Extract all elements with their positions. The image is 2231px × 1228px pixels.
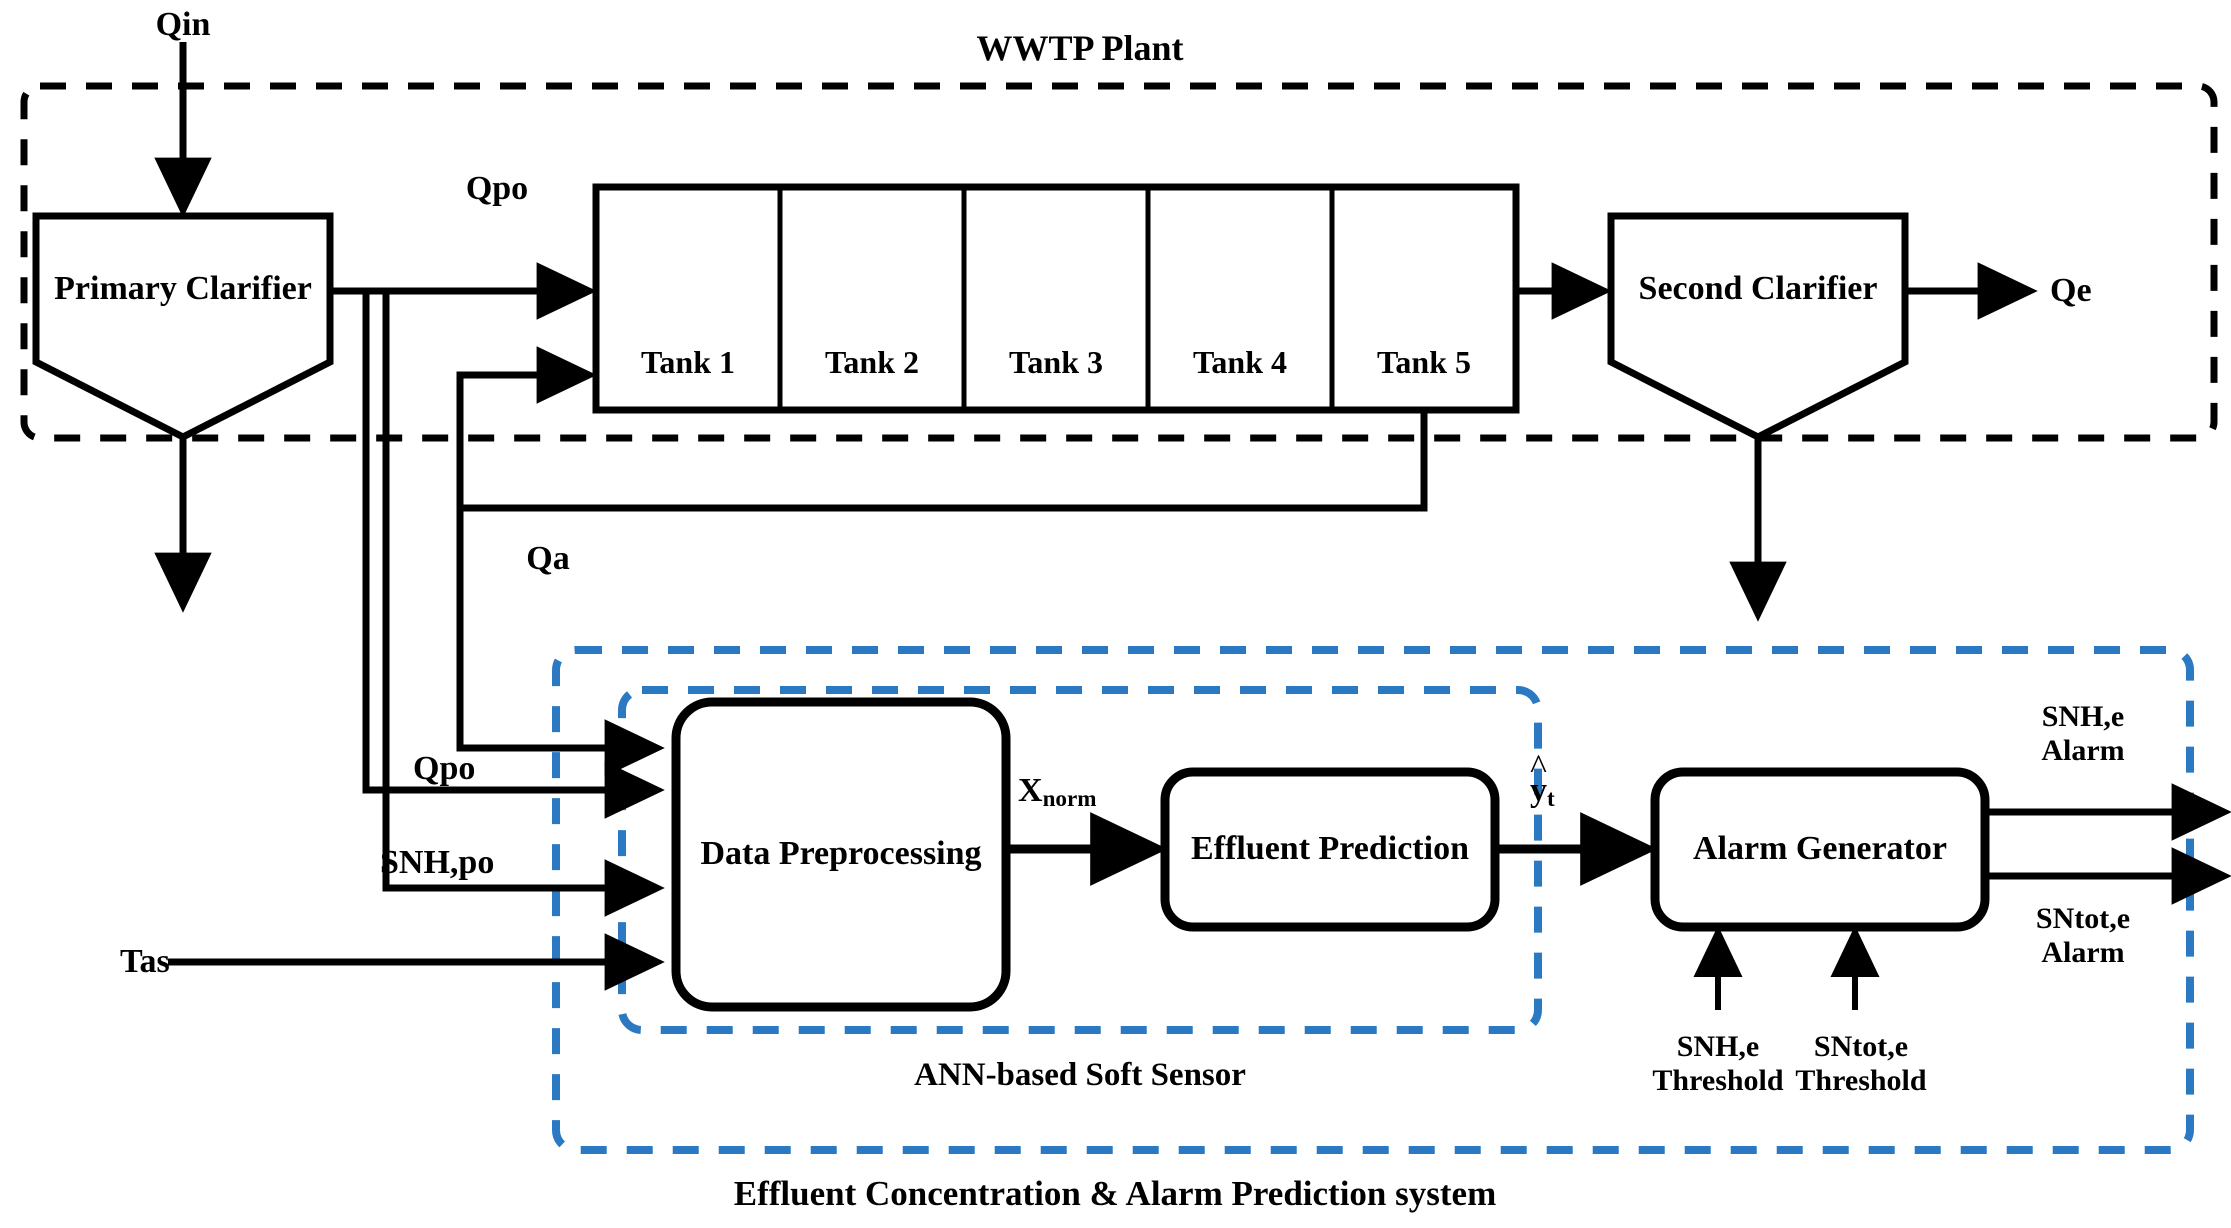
threshold-snh-line1: SNH,e [1676, 1030, 1760, 1063]
tank-label-5: Tank 5 [1377, 344, 1471, 380]
effluent-prediction-text: Effluent Prediction [1191, 830, 1469, 868]
label-qpo-top: Qpo [465, 170, 529, 207]
threshold-label-snh: SNH,e Threshold [1652, 1030, 1783, 1097]
threshold-sntot-line2: Threshold [1795, 1063, 1927, 1097]
data-preprocessing-text: Data Preprocessing [700, 835, 982, 873]
diagram-canvas: Qin WWTP Plant Primary Clarifier Second … [0, 0, 2231, 1228]
tank-label-1: Tank 1 [641, 344, 735, 380]
second-clarifier-label: Second Clarifier [1611, 216, 1905, 362]
label-qe: Qe [2050, 272, 2092, 309]
data-preprocessing-label: Data Preprocessing [676, 702, 1006, 1007]
primary-clarifier-text: Primary Clarifier [54, 269, 312, 307]
page-title: WWTP Plant [976, 28, 1184, 68]
alarm-snh-line1: SNH,e [2041, 700, 2125, 733]
second-clarifier-text: Second Clarifier [1638, 269, 1878, 307]
label-sensor-snh-po: SNH,po [380, 844, 495, 881]
ann-soft-sensor-caption: ANN-based Soft Sensor [914, 1057, 1246, 1093]
threshold-sntot-line1: SNtot,e [1813, 1030, 1909, 1063]
label-sensor-tas: Tas [120, 943, 170, 980]
bottom-caption: Effluent Concentration & Alarm Predictio… [733, 1174, 1497, 1213]
tank-label-4: Tank 4 [1193, 344, 1287, 380]
label-qa: Qa [526, 540, 570, 577]
xnorm-base: X [1018, 772, 1043, 809]
alarm-snh-line2: Alarm [2041, 733, 2125, 767]
tank-label-3: Tank 3 [1009, 344, 1103, 380]
yhat-sub: t [1547, 786, 1555, 813]
threshold-label-sntot: SNtot,e Threshold [1795, 1030, 1926, 1097]
label-yhat: ^ yt [1530, 749, 1555, 813]
primary-clarifier-label: Primary Clarifier [36, 216, 330, 362]
label-qin: Qin [155, 6, 211, 43]
yhat-accent-group: ^ y [1530, 749, 1547, 810]
threshold-snh-line2: Threshold [1652, 1063, 1784, 1097]
effluent-prediction-label: Effluent Prediction [1165, 772, 1495, 927]
tank-label-2: Tank 2 [825, 344, 919, 380]
xnorm-sub: norm [1042, 786, 1097, 813]
alarm-sntot-line1: SNtot,e [2035, 902, 2131, 935]
alarm-generator-text: Alarm Generator [1693, 830, 1947, 868]
circumflex-icon: ^ [1530, 746, 1547, 787]
alarm-label-snh: SNH,e Alarm [2041, 700, 2124, 767]
alarm-label-sntot: SNtot,e Alarm [2036, 902, 2130, 969]
alarm-generator-label: Alarm Generator [1655, 772, 1985, 927]
label-sensor-qpo: Qpo [413, 750, 476, 787]
label-xnorm: Xnorm [1018, 772, 1096, 813]
alarm-sntot-line2: Alarm [2041, 935, 2125, 969]
